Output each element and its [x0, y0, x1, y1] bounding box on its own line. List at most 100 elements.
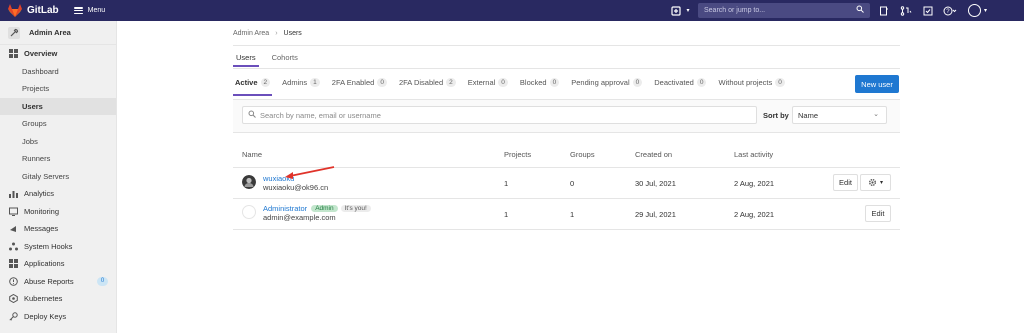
tab-label: Pending approval: [571, 78, 630, 87]
nav-right-icons: ? ▾: [876, 0, 987, 21]
messages-icon: [8, 224, 18, 234]
column-header-projects: Projects: [504, 150, 532, 159]
tab-count: 0: [775, 78, 785, 87]
grid-icon: [8, 49, 18, 59]
tab-count: 0: [377, 78, 387, 87]
plus-icon[interactable]: [668, 4, 684, 18]
help-icon[interactable]: ?: [942, 4, 958, 18]
issues-icon[interactable]: [876, 4, 892, 18]
sort-dropdown[interactable]: Name ⌄: [792, 106, 887, 124]
tab-blocked[interactable]: Blocked 0: [518, 78, 561, 96]
hamburger-icon: [73, 7, 83, 14]
column-header-last-activity: Last activity: [734, 150, 774, 159]
user-name-link[interactable]: Administrator: [263, 204, 307, 213]
divider: [233, 229, 900, 230]
tab-label: External: [467, 78, 496, 87]
edit-button[interactable]: Edit: [865, 205, 891, 222]
tab-deactivated[interactable]: Deactivated 0: [652, 78, 708, 96]
column-header-groups: Groups: [570, 150, 595, 159]
tab-count: 0: [696, 78, 707, 87]
sidebar-item-monitoring[interactable]: Monitoring: [0, 203, 116, 221]
chevron-down-icon: ⌄: [873, 111, 879, 118]
menu-button[interactable]: Menu: [73, 7, 106, 14]
chevron-down-icon[interactable]: ▾: [684, 4, 692, 18]
sidebar-item-projects[interactable]: Projects: [0, 80, 116, 98]
sidebar: Admin Area Overview Dashboard Projects U…: [0, 21, 117, 333]
projects-count: 1: [504, 179, 509, 188]
tab-users[interactable]: Users: [233, 53, 259, 67]
sidebar-item-label: Applications: [24, 259, 65, 269]
column-header-created: Created on: [635, 150, 673, 159]
divider: [233, 45, 900, 46]
tab-active[interactable]: Active 2: [233, 78, 273, 96]
top-navbar: GitLab Menu ▾ Search or jump to... ? ▾: [0, 0, 1024, 21]
user-avatar: [242, 175, 256, 189]
user-search-input[interactable]: Search by name, email or username: [242, 106, 757, 124]
menu-label: Menu: [87, 7, 106, 14]
tab-cohorts[interactable]: Cohorts: [269, 53, 301, 66]
tab-label: 2FA Disabled: [398, 78, 444, 87]
sidebar-item-applications[interactable]: Applications: [0, 255, 116, 273]
hook-icon: [8, 241, 18, 251]
gear-icon: [868, 179, 876, 186]
breadcrumb-separator-icon: ›: [275, 30, 278, 37]
user-name-line: Administrator Admin It's you!: [263, 204, 371, 213]
tab-2fa-disabled[interactable]: 2FA Disabled 2: [397, 78, 458, 96]
gitlab-logo[interactable]: GitLab: [8, 4, 59, 17]
breadcrumb-current[interactable]: Users: [284, 30, 302, 37]
tab-count: 0: [498, 78, 508, 87]
tab-pending-approval[interactable]: Pending approval 0: [569, 78, 644, 96]
sidebar-item-kubernetes[interactable]: Kubernetes: [0, 290, 116, 308]
tab-label: 2FA Enabled: [331, 78, 375, 87]
user-avatar: [968, 4, 981, 17]
sidebar-item-overview[interactable]: Overview: [0, 45, 116, 63]
user-menu[interactable]: ▾: [968, 4, 987, 17]
todo-icon[interactable]: [920, 4, 936, 18]
last-activity: 2 Aug, 2021: [734, 210, 775, 219]
count-badge: 0: [97, 276, 108, 286]
sidebar-item-deploy-keys[interactable]: Deploy Keys: [0, 308, 116, 326]
sidebar-item-gitaly-servers[interactable]: Gitaly Servers: [0, 168, 116, 186]
sidebar-item-jobs[interactable]: Jobs: [0, 133, 116, 151]
sidebar-context-header[interactable]: Admin Area: [0, 21, 116, 45]
new-user-button[interactable]: New user: [855, 75, 899, 93]
gitlab-tanuki-icon: [8, 4, 22, 17]
sidebar-item-groups[interactable]: Groups: [0, 115, 116, 133]
breadcrumb: Admin Area › Users: [233, 30, 302, 37]
tab-external[interactable]: External 0: [466, 78, 510, 96]
sidebar-item-label: Abuse Reports: [24, 276, 74, 286]
nav-right-group: ▾: [668, 0, 692, 21]
sidebar-item-label: Overview: [24, 49, 58, 59]
breadcrumb-parent[interactable]: Admin Area: [233, 30, 269, 37]
sidebar-item-label: Messages: [24, 224, 59, 234]
search-placeholder: Search or jump to...: [704, 7, 766, 14]
sidebar-item-dashboard[interactable]: Dashboard: [0, 63, 116, 81]
tab-admins[interactable]: Admins 1: [280, 78, 322, 96]
sidebar-item-users[interactable]: Users: [0, 97, 116, 115]
chevron-down-icon: ▾: [879, 180, 883, 186]
sort-value: Name: [798, 110, 819, 120]
tab-2fa-enabled[interactable]: 2FA Enabled 0: [330, 78, 389, 96]
search-input[interactable]: Search or jump to...: [698, 3, 870, 18]
tab-label: Deactivated: [654, 78, 694, 87]
tab-count: 2: [446, 78, 456, 87]
sidebar-item-analytics[interactable]: Analytics: [0, 185, 116, 203]
sidebar-item-messages[interactable]: Messages: [0, 220, 116, 238]
edit-button[interactable]: Edit: [833, 174, 858, 191]
last-activity: 2 Aug, 2021: [734, 179, 775, 188]
monitor-icon: [8, 206, 18, 216]
groups-count: 1: [570, 210, 575, 219]
search-icon: [856, 5, 864, 15]
sidebar-item-label: System Hooks: [24, 241, 73, 251]
tab-without-projects[interactable]: Without projects 0: [716, 78, 786, 96]
sidebar-item-abuse-reports[interactable]: Abuse Reports 0: [0, 273, 116, 291]
column-header-name: Name: [242, 150, 263, 159]
merge-request-icon[interactable]: [898, 4, 914, 18]
user-avatar: [242, 205, 256, 219]
sidebar-item-runners[interactable]: Runners: [0, 150, 116, 168]
user-actions-dropdown[interactable]: ▾: [860, 174, 891, 191]
sidebar-item-label: Analytics: [24, 189, 55, 199]
tab-count: 2: [260, 78, 271, 87]
key-icon: [8, 311, 18, 321]
sidebar-item-system-hooks[interactable]: System Hooks: [0, 238, 116, 256]
